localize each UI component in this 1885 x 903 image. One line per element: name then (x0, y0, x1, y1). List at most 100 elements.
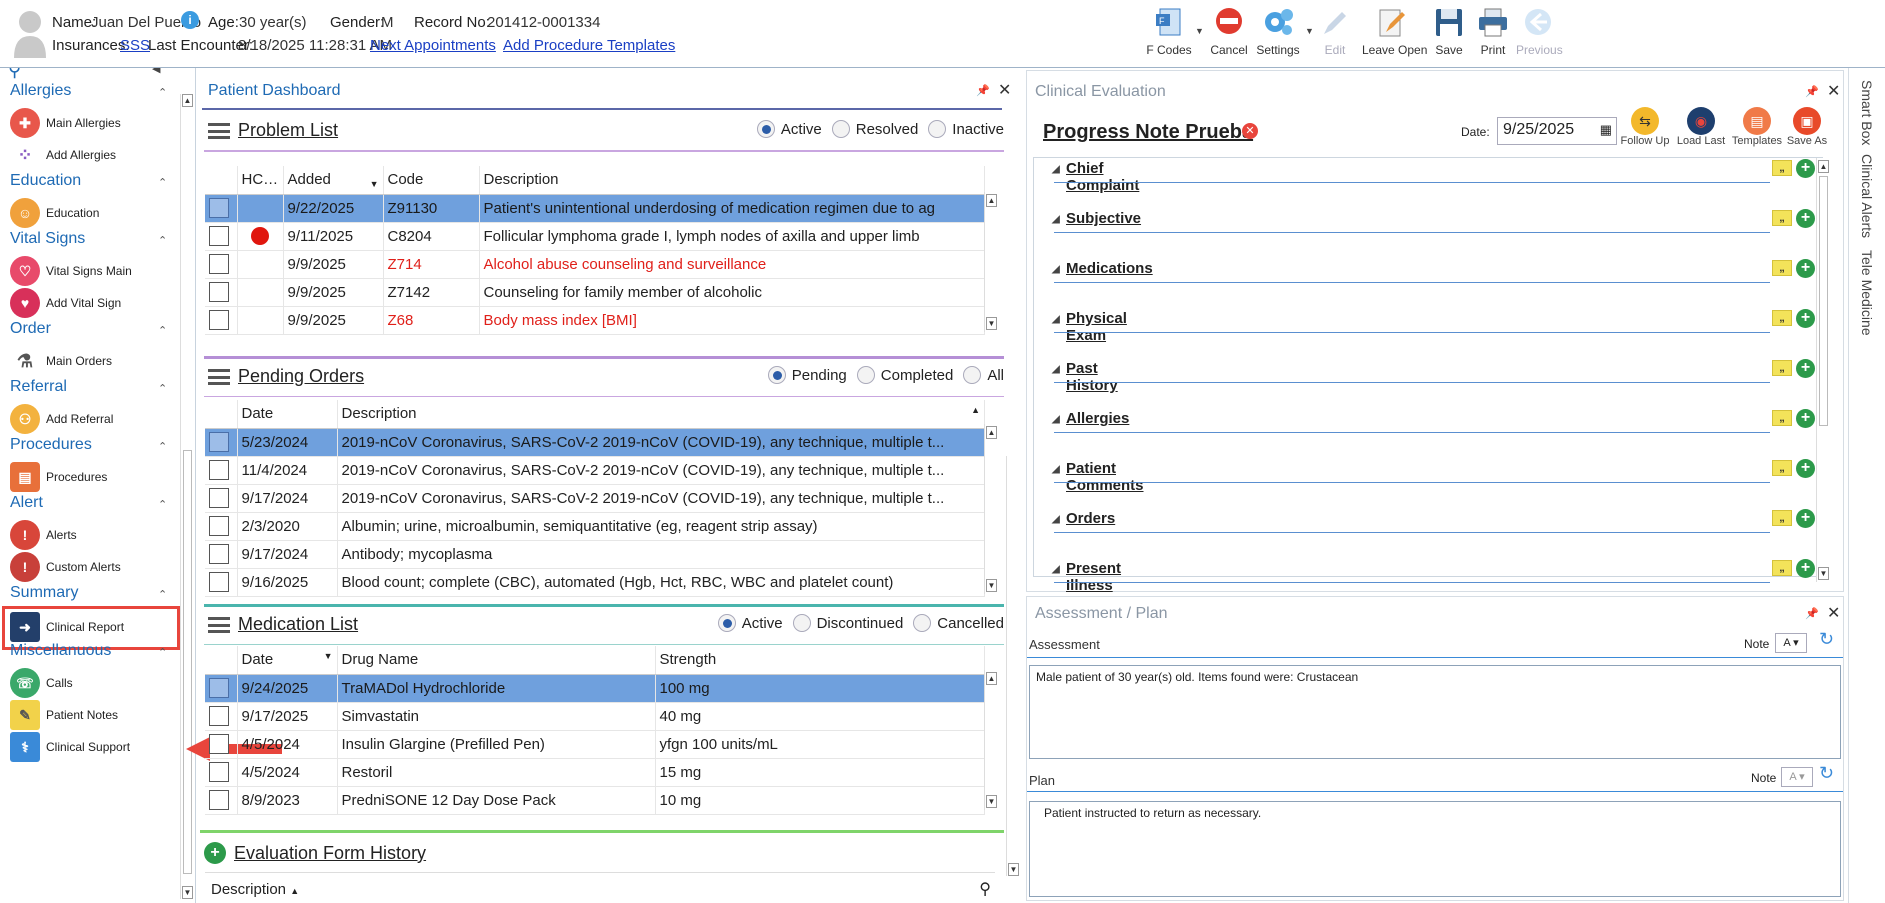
dashboard-scrollbar[interactable]: ▼ (1006, 456, 1019, 876)
table-row[interactable]: 8/9/2023 PredniSONE 12 Day Dose Pack 10 mg (205, 786, 985, 815)
chevron-up-icon[interactable]: ⌃ (158, 440, 167, 453)
table-row[interactable]: 4/5/2024 Restoril 15 mg (205, 758, 985, 787)
row-checkbox[interactable] (209, 544, 229, 564)
table-row[interactable]: 5/23/2024 2019-nCoV Coronavirus, SARS-CoV… (205, 428, 985, 457)
sidebar-item-add-vital-sign[interactable]: ♥ Add Vital Sign (10, 286, 121, 320)
row-checkbox[interactable] (209, 254, 229, 274)
filter-cancelled-radio[interactable]: Cancelled (913, 614, 1004, 632)
search-icon[interactable]: ⚲ (8, 68, 21, 81)
row-checkbox[interactable] (209, 678, 229, 698)
scroll-up-icon[interactable]: ▲ (986, 194, 997, 207)
quote-icon[interactable]: „ (1772, 210, 1792, 226)
refresh-icon[interactable]: ↻ (1819, 629, 1834, 650)
sidebar-section-order[interactable]: Order (10, 320, 51, 338)
scroll-down-icon[interactable]: ▼ (1818, 567, 1829, 580)
close-icon[interactable]: ✕ (998, 80, 1011, 100)
scroll-thumb[interactable] (1819, 176, 1828, 426)
scroll-down-icon[interactable]: ▼ (986, 795, 997, 808)
close-icon[interactable]: ✕ (1827, 603, 1840, 623)
pending-orders-scrollbar[interactable]: ▲ ▼ (984, 424, 998, 594)
save-as-button[interactable]: ▣ Save As (1783, 107, 1831, 147)
scroll-up-icon[interactable]: ▲ (986, 426, 997, 439)
sidebar-scrollbar[interactable]: ▲ ▼ (180, 94, 194, 899)
add-icon[interactable]: + (204, 842, 226, 864)
scroll-down-icon[interactable]: ▼ (1008, 863, 1019, 876)
sidebar-item-education[interactable]: ☺ Education (10, 196, 99, 230)
print-button[interactable]: Print (1474, 6, 1512, 64)
sidebar-item-add-allergies[interactable]: ⁘ Add Allergies (10, 138, 116, 172)
col-header[interactable]: HCC ▲ (237, 166, 284, 195)
add-icon[interactable]: + (1796, 359, 1815, 378)
table-row[interactable]: 9/9/2025 Z714 Alcohol abuse counseling a… (205, 250, 985, 279)
add-icon[interactable]: + (1796, 309, 1815, 328)
chevron-up-icon[interactable]: ⌃ (158, 324, 167, 337)
add-icon[interactable]: + (1796, 159, 1815, 178)
col-header[interactable]: Description (479, 166, 985, 195)
previous-button[interactable]: Previous (1516, 6, 1563, 64)
row-checkbox[interactable] (209, 734, 229, 754)
quote-icon[interactable]: „ (1772, 360, 1792, 376)
note-format-dropdown[interactable]: A ▾ (1775, 633, 1807, 653)
quote-icon[interactable]: „ (1772, 460, 1792, 476)
load-last-button[interactable]: ◉ Load Last (1675, 107, 1727, 147)
settings-dropdown-icon[interactable]: ▼ (1305, 26, 1314, 36)
row-checkbox[interactable] (209, 572, 229, 592)
table-row[interactable]: 9/11/2025 C8204 Follicular lymphoma grad… (205, 222, 985, 251)
menu-icon[interactable] (208, 369, 230, 385)
scroll-up-icon[interactable]: ▲ (182, 94, 193, 107)
fcodes-dropdown-icon[interactable]: ▼ (1195, 26, 1204, 36)
sidebar-item-clinical-report[interactable]: ➜ Clinical Report (10, 610, 124, 644)
medication-list-title[interactable]: Medication List (238, 614, 358, 635)
sidebar-item-patient-notes[interactable]: ✎ Patient Notes (10, 698, 118, 732)
table-row[interactable]: 9/24/2025 TraMADol Hydrochloride 100 mg (205, 674, 985, 703)
tab-smart-box[interactable]: Smart Box (1859, 80, 1875, 145)
add-icon[interactable]: + (1796, 209, 1815, 228)
collapse-sidebar-icon[interactable]: ◀ (152, 68, 160, 75)
sidebar-section-alert[interactable]: Alert (10, 494, 43, 512)
problem-list-title[interactable]: Problem List (238, 120, 338, 141)
evaluation-history-column[interactable]: Description ▲ ⚲ (205, 872, 995, 902)
edit-button[interactable]: Edit (1318, 6, 1352, 64)
row-checkbox[interactable] (209, 310, 229, 330)
sidebar-section-referral[interactable]: Referral (10, 378, 67, 396)
sidebar-section-miscellanuous[interactable]: Miscellanuous (10, 642, 111, 660)
pin-icon[interactable]: 📌 (1805, 607, 1819, 620)
add-icon[interactable]: + (1796, 509, 1815, 528)
quote-icon[interactable]: „ (1772, 310, 1792, 326)
date-field[interactable]: 9/25/2025 ▦ (1497, 117, 1617, 145)
add-icon[interactable]: + (1796, 259, 1815, 278)
sidebar-item-main-allergies[interactable]: ✚ Main Allergies (10, 106, 121, 140)
chevron-up-icon[interactable]: ⌃ (158, 382, 167, 395)
table-row[interactable]: 11/4/2024 2019-nCoV Coronavirus, SARS-CoV… (205, 456, 985, 485)
templates-button[interactable]: ▤ Templates (1731, 107, 1783, 147)
pin-icon[interactable]: 📌 (976, 84, 990, 97)
scroll-up-icon[interactable]: ▲ (986, 672, 997, 685)
chevron-up-icon[interactable]: ⌃ (158, 234, 167, 247)
save-button[interactable]: Save (1430, 6, 1468, 64)
cancel-button[interactable]: Cancel (1208, 6, 1250, 64)
scroll-down-icon[interactable]: ▼ (986, 317, 997, 330)
table-row[interactable]: 9/9/2025 Z7142 Counseling for family mem… (205, 278, 985, 307)
row-checkbox[interactable] (209, 488, 229, 508)
quote-icon[interactable]: „ (1772, 160, 1792, 176)
chevron-up-icon[interactable]: ⌃ (158, 176, 167, 189)
refresh-icon[interactable]: ↻ (1819, 763, 1834, 784)
col-header[interactable]: Drug Name (337, 646, 656, 675)
calendar-icon[interactable]: ▦ (1600, 122, 1612, 138)
sidebar-item-main-orders[interactable]: ⚗ Main Orders (10, 344, 112, 378)
sidebar-item-procedures[interactable]: ▤ Procedures (10, 460, 107, 494)
row-checkbox[interactable] (209, 282, 229, 302)
follow-up-button[interactable]: ⇆ Follow Up (1619, 107, 1671, 147)
quote-icon[interactable]: „ (1772, 560, 1792, 576)
scroll-thumb[interactable] (183, 450, 192, 874)
scroll-up-icon[interactable]: ▲ (1818, 160, 1829, 173)
sidebar-item-calls[interactable]: ☏ Calls (10, 666, 73, 700)
table-row[interactable]: 9/22/2025 Z91130 Patient's unintentional… (205, 194, 985, 223)
filter-active-radio[interactable]: Active (756, 120, 822, 138)
leave-open-button[interactable]: Leave Open (1362, 6, 1427, 64)
add-icon[interactable]: + (1796, 559, 1815, 578)
search-icon[interactable]: ⚲ (979, 879, 991, 899)
table-row[interactable]: 9/17/2024 Antibody; mycoplasma (205, 540, 985, 569)
sidebar-section-education[interactable]: Education (10, 172, 81, 190)
col-header[interactable]: Date ▼ (237, 646, 338, 675)
